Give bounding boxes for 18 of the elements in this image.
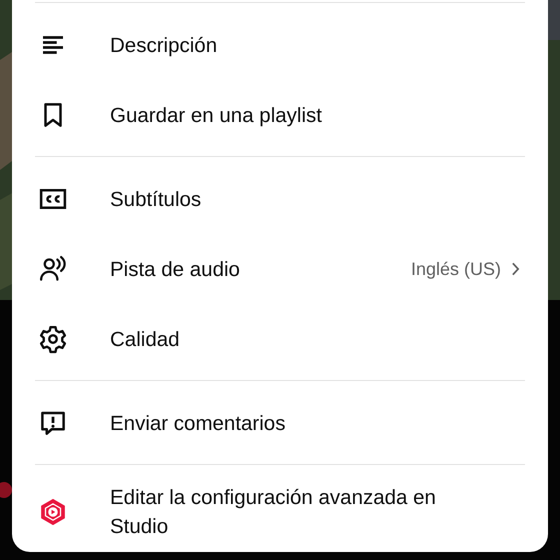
play-hexagon-icon: [38, 497, 68, 527]
menu-item[interactable]: Subtítulos: [12, 164, 548, 234]
current-value: Inglés (US): [410, 258, 501, 280]
menu-item-label: Descripción: [110, 32, 218, 58]
menu-item-label: Guardar en una playlist: [110, 102, 323, 128]
menu-item[interactable]: Enviar comentarios: [12, 388, 548, 458]
menu-item[interactable]: Editar la configuración avanzada en Studio: [12, 472, 548, 552]
menu-item-label: Subtítulos: [110, 186, 202, 212]
chevron-icon: [511, 262, 520, 276]
menu-item-label: Editar la configuración avanzada en Studio: [110, 485, 437, 540]
menu-item-label: Pista de audio: [110, 256, 241, 282]
menu-item-label: Enviar comentarios: [110, 410, 286, 436]
menu-item[interactable]: Pista de audio Inglés (US): [12, 234, 548, 304]
menu-item-label: Calidad: [110, 326, 181, 352]
menu-item[interactable]: Calidad: [12, 304, 548, 374]
settings-icon: [38, 324, 68, 354]
menu-item[interactable]: Guardar en una playlist: [12, 80, 548, 150]
menu-item[interactable]: Descripción: [12, 10, 548, 80]
